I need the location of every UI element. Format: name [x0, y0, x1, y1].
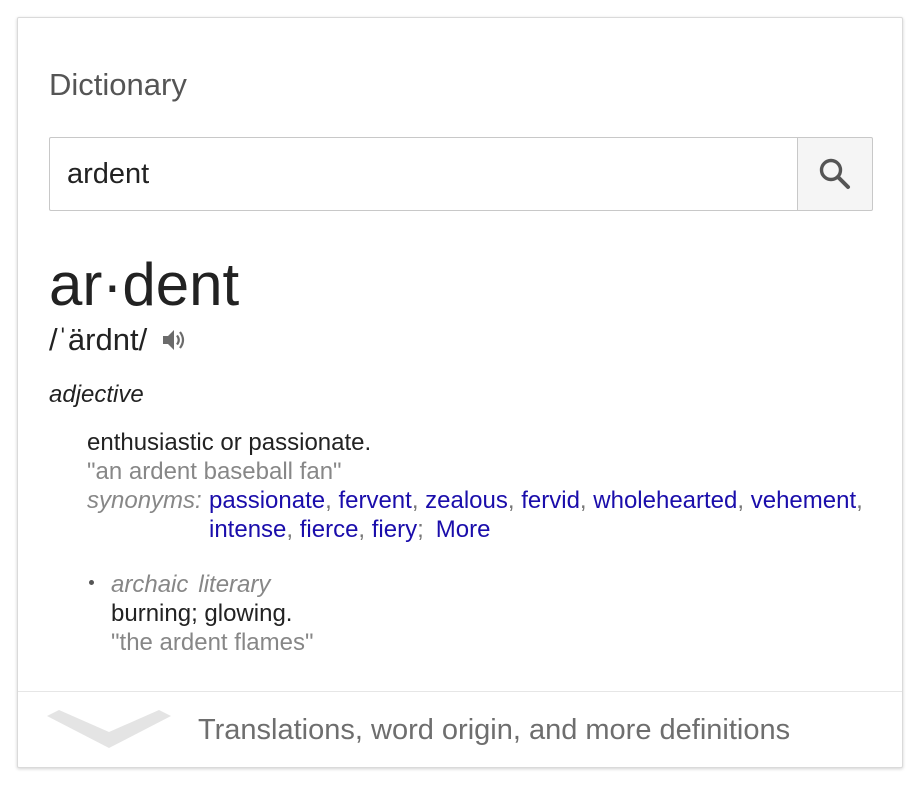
dictionary-card: Dictionary ar·dent /ˈärdnt/ adjective en…: [17, 17, 903, 768]
synonym-link[interactable]: fervid: [521, 487, 580, 514]
register-labels: archaic literary: [87, 570, 887, 599]
sense-2: archaic literary burning; glowing. "the a…: [87, 570, 887, 657]
part-of-speech: adjective: [49, 381, 144, 408]
more-synonyms-link[interactable]: More: [436, 516, 491, 543]
synonyms-label: synonyms:: [87, 487, 202, 514]
search-input[interactable]: [49, 137, 797, 211]
register-literary: literary: [198, 571, 271, 598]
play-pronunciation-button[interactable]: [159, 325, 189, 355]
more-definitions-expander[interactable]: Translations, word origin, and more defi…: [18, 692, 902, 768]
synonym-link[interactable]: fervent: [338, 487, 411, 514]
synonym-link[interactable]: intense: [209, 516, 286, 543]
sense-1: enthusiastic or passionate. "an ardent b…: [87, 428, 887, 544]
pronunciation: /ˈärdnt/: [49, 320, 189, 360]
synonyms-list: passionate, fervent, zealous, fervid, wh…: [209, 487, 863, 543]
sense-1-gloss: enthusiastic or passionate.: [87, 429, 372, 456]
synonym-link[interactable]: zealous: [425, 487, 508, 514]
phonetic-spelling: /ˈärdnt/: [49, 322, 148, 357]
synonyms-row: synonyms: passionate, fervent, zealous, …: [87, 486, 887, 544]
card-title: Dictionary: [49, 67, 187, 102]
speaker-icon: [163, 330, 185, 350]
sense-1-example: "an ardent baseball fan": [87, 458, 342, 485]
bullet-point: [89, 580, 94, 585]
synonym-link[interactable]: wholehearted: [593, 487, 737, 514]
headword: ar·dent: [49, 251, 240, 318]
more-definitions-label: Translations, word origin, and more defi…: [198, 714, 791, 746]
register-archaic: archaic: [111, 571, 189, 598]
sense-2-example: "the ardent flames": [111, 629, 314, 656]
synonym-link[interactable]: passionate: [209, 487, 325, 514]
search-bar: [49, 137, 873, 211]
search-icon: [819, 158, 850, 189]
search-button[interactable]: [797, 137, 873, 211]
synonym-link[interactable]: vehement: [751, 487, 856, 514]
synonym-link[interactable]: fierce: [300, 516, 359, 543]
sense-2-gloss: burning; glowing.: [111, 600, 293, 627]
chevron-down-icon: [47, 710, 171, 748]
synonym-link[interactable]: fiery: [372, 516, 417, 543]
